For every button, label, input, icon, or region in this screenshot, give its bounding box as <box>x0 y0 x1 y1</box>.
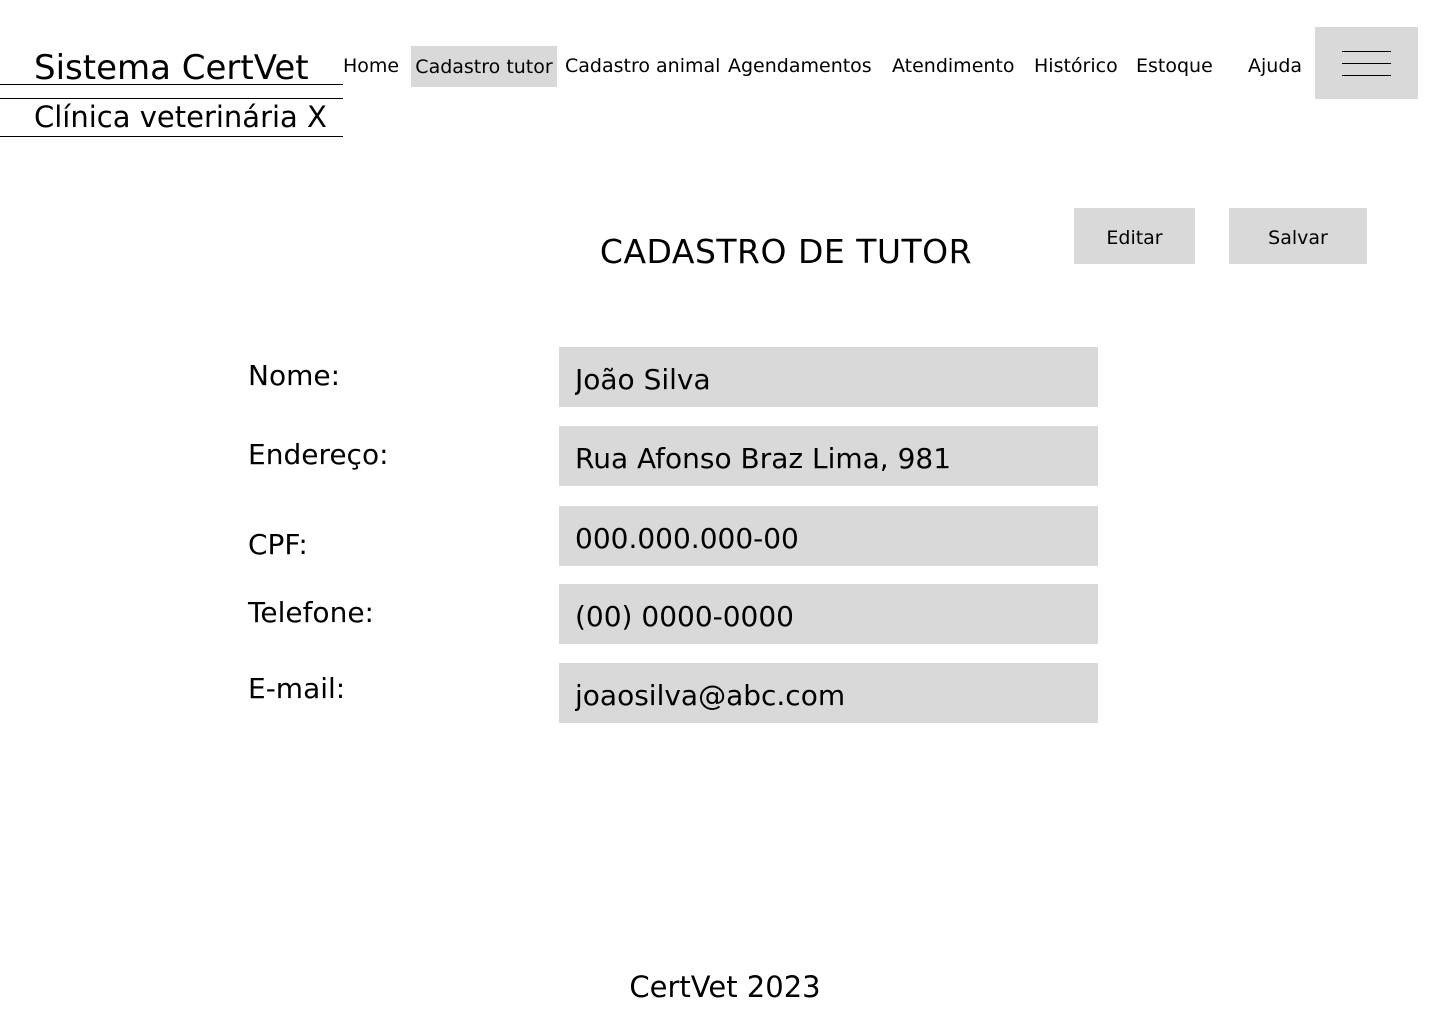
page-title: CADASTRO DE TUTOR <box>599 232 973 271</box>
name-label: Nome: <box>248 359 341 392</box>
nav-item-cadastro-tutor[interactable]: Cadastro tutor <box>411 46 557 87</box>
header-divider <box>0 136 343 137</box>
page: Sistema CertVet Clínica veterinária X Ho… <box>0 0 1440 1024</box>
clinic-name: Clínica veterinária X <box>34 100 327 134</box>
header-divider <box>0 84 343 85</box>
phone-field[interactable] <box>559 584 1098 644</box>
footer-text: CertVet 2023 <box>629 970 821 1004</box>
hamburger-menu-button[interactable] <box>1315 27 1418 99</box>
nav-item-atendimento[interactable]: Atendimento <box>892 46 1015 86</box>
email-field[interactable] <box>559 663 1098 723</box>
cpf-field[interactable] <box>559 506 1098 566</box>
save-button[interactable]: Salvar <box>1229 208 1367 264</box>
nav-item-ajuda[interactable]: Ajuda <box>1248 46 1302 86</box>
email-label: E-mail: <box>248 672 346 705</box>
nav-item-cadastro-animal[interactable]: Cadastro animal <box>565 46 720 86</box>
nav-item-home[interactable]: Home <box>343 46 399 86</box>
nav-item-agendamentos[interactable]: Agendamentos <box>728 46 872 86</box>
name-field[interactable] <box>559 347 1098 407</box>
edit-button[interactable]: Editar <box>1074 208 1195 264</box>
nav-item-historico[interactable]: Histórico <box>1034 46 1118 86</box>
nav-item-estoque[interactable]: Estoque <box>1136 46 1213 86</box>
address-field[interactable] <box>559 426 1098 486</box>
phone-label: Telefone: <box>248 596 374 629</box>
cpf-label: CPF: <box>248 528 308 561</box>
address-label: Endereço: <box>248 438 389 471</box>
